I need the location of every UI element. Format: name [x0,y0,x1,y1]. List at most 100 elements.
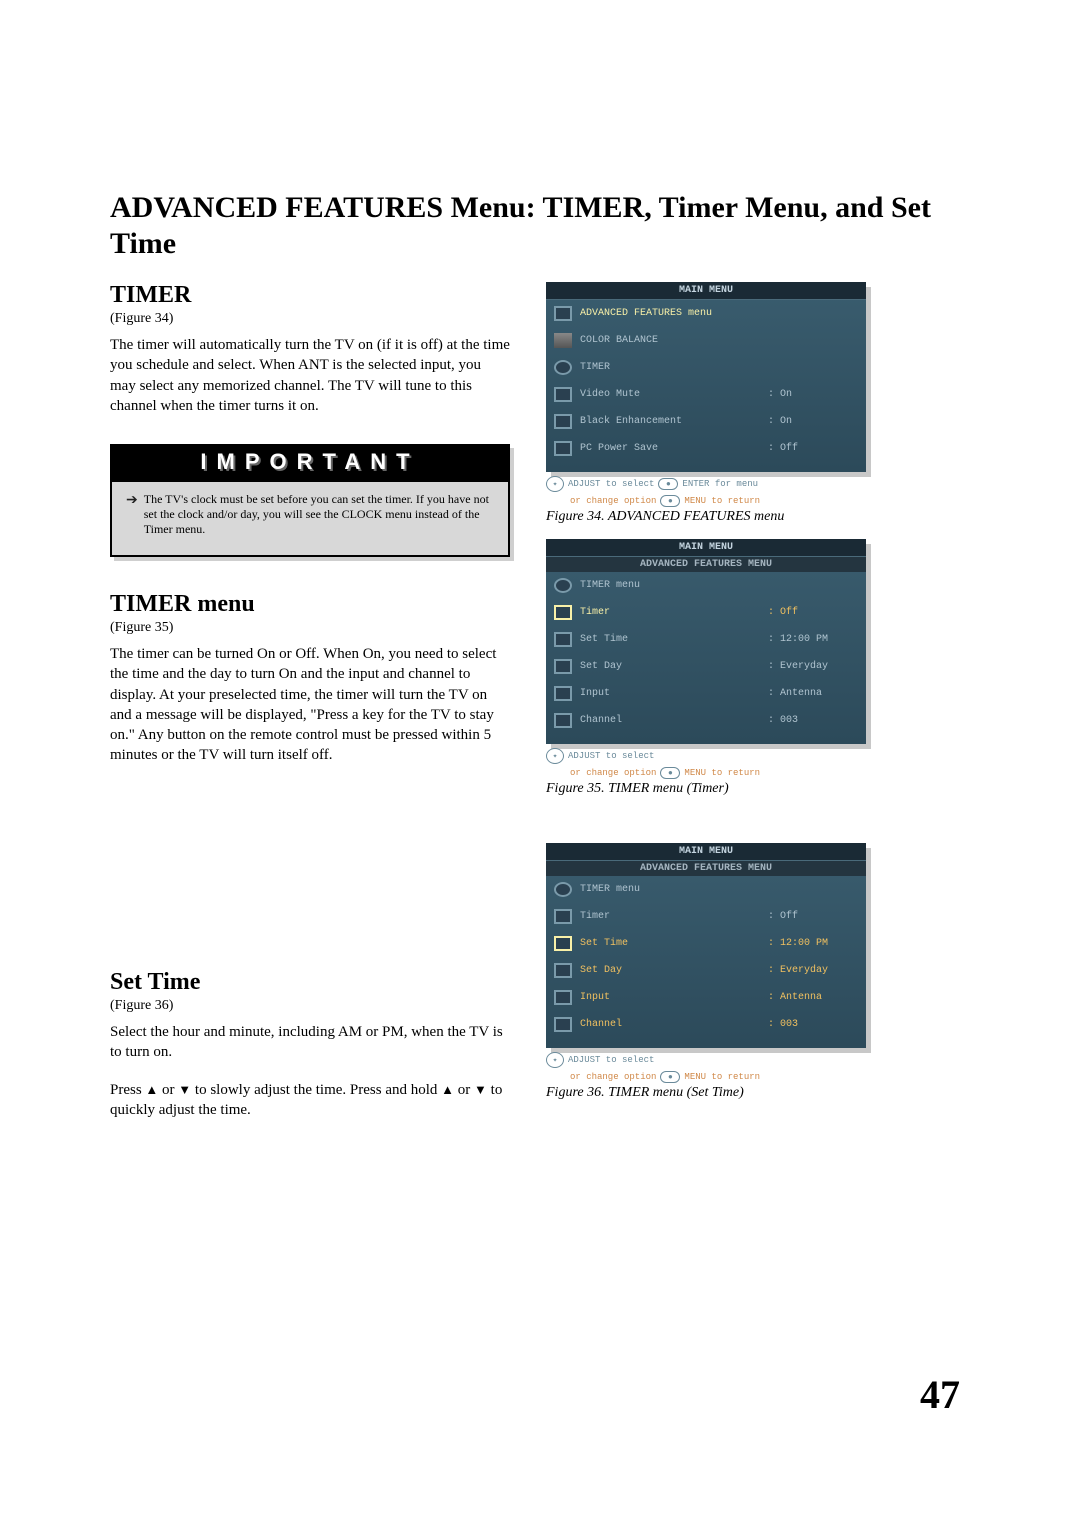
settime-body2c: to slowly adjust the time. Press and hol… [191,1082,441,1098]
osd35-row-2: Set Time : 12:00 PM [546,626,866,653]
menu-icon: ● [660,767,680,779]
osd34-hint: ✦ ADJUST to select ● ENTER for menu [546,476,866,492]
arrow-bullet-icon: ➔ [126,494,138,508]
osd36-row-1: Timer: Off [546,903,866,930]
page-number: 47 [920,1371,960,1418]
osd35-row-3: Set Day : Everyday [546,653,866,680]
osd34-panel: MAIN MENU ADVANCED FEATURES menu COLOR B… [546,282,866,472]
osd35-value-2: : 12:00 PM [768,634,858,645]
osd34-label-5: PC Power Save [580,443,760,454]
timer-heading: TIMER [110,282,510,309]
important-text: The TV's clock must be set before you ca… [144,492,494,537]
osd34-row-5: PC Power Save : Off [546,435,866,462]
right-column: MAIN MENU ADVANCED FEATURES menu COLOR B… [540,282,970,1139]
settime-figref: (Figure 36) [110,998,510,1014]
osd35-value-3: : Everyday [768,661,858,672]
settime-body2d: or [454,1082,474,1098]
settime-heading: Set Time [110,969,510,996]
osd35-row-5: Channel : 003 [546,707,866,734]
osd35-value-5: : 003 [768,715,858,726]
osd35-label-2: Set Time [580,634,760,645]
important-header: IMPORTANT [112,446,508,482]
left-column: TIMER (Figure 34) The timer will automat… [110,282,510,1139]
osd36-row-5: Channel : 003 [546,1011,866,1038]
osd34-value-3: : On [768,389,858,400]
osd34-label-2: TIMER [580,362,760,373]
square-icon [554,963,572,978]
osd35-row-4: Input: Antenna [546,680,866,707]
square-icon [554,686,572,701]
osd36-caption: Figure 36. TIMER menu (Set Time) [546,1085,970,1101]
osd36-hint1: ADJUST to select [568,1055,654,1065]
osd34-row-1: COLOR BALANCE [546,327,866,354]
down-triangle-icon-2: ▼ [474,1082,487,1097]
dpad-icon: ✦ [546,748,564,764]
timermenu-heading: TIMER menu [110,591,510,618]
important-title: IMPORTANT [200,449,419,474]
osd36-label-2: Set Time [580,938,760,949]
osd35-value-4: : Antenna [768,688,858,699]
dpad-icon: ✦ [546,476,564,492]
square-icon [554,659,572,674]
osd36-label-3: Set Day [580,965,760,976]
osd35-label-5: Channel [580,715,760,726]
osd35-title: MAIN MENU [546,539,866,557]
square-icon [554,441,572,456]
osd35-label-0: TIMER menu [580,580,760,591]
settime-body1: Select the hour and minute, including AM… [110,1022,510,1063]
osd34-row-0: ADVANCED FEATURES menu [546,300,866,327]
settime-body2: Press ▲ or ▼ to slowly adjust the time. … [110,1080,510,1121]
osd34-hint1b: ENTER for menu [682,479,758,489]
osd36-value-2: : 12:00 PM [768,938,858,949]
menu-icon: ● [660,1071,680,1083]
osd36-value-5: : 003 [768,1019,858,1030]
osd35-label-1: Timer [580,607,760,618]
osd36-row-3: Set Day: Everyday [546,957,866,984]
settime-body2a: Press [110,1082,145,1098]
clock-icon [554,360,572,375]
osd36-label-5: Channel [580,1019,760,1030]
osd36-label-0: TIMER menu [580,884,760,895]
timermenu-figref: (Figure 35) [110,620,510,636]
osd36-block: MAIN MENU ADVANCED FEATURES MENU TIMER m… [540,843,970,1101]
osd36-hint2: or change option ● MENU to return [570,1071,890,1083]
timer-body: The timer will automatically turn the TV… [110,335,510,416]
osd34-row-3: Video Mute: On [546,381,866,408]
osd34-hint2b: MENU to return [684,496,760,506]
important-box: IMPORTANT ➔ The TV's clock must be set b… [110,444,510,557]
osd34-title: MAIN MENU [546,282,866,300]
enter-icon: ● [658,478,678,490]
square-icon [554,990,572,1005]
osd35-hint1: ✦ ADJUST to select [546,748,866,764]
down-triangle-icon: ▼ [178,1082,191,1097]
osd36-row-2: Set Time : 12:00 PM [546,930,866,957]
square-icon [554,1017,572,1032]
important-body: ➔ The TV's clock must be set before you … [112,482,508,555]
osd34-value-4: : On [768,416,858,427]
osd36-value-1: : Off [768,911,858,922]
osd35-hint2b: MENU to return [684,768,760,778]
osd35-hint2: or change option ● MENU to return [570,767,890,779]
osd34-caption: Figure 34. ADVANCED FEATURES menu [546,509,970,525]
osd36-hint1: ✦ ADJUST to select [546,1052,866,1068]
osd34-label-0: ADVANCED FEATURES menu [580,308,760,319]
square-icon [554,414,572,429]
osd36-hint2a: or change option [570,1072,656,1082]
up-triangle-icon: ▲ [145,1082,158,1097]
osd36-hint2b: MENU to return [684,1072,760,1082]
osd35-block: MAIN MENU ADVANCED FEATURES MENU TIMER m… [540,539,970,797]
square-icon [554,713,572,728]
osd35-label-3: Set Day [580,661,760,672]
square-icon [554,605,572,620]
osd34-block: MAIN MENU ADVANCED FEATURES menu COLOR B… [540,282,970,525]
square-icon [554,632,572,647]
square-icon [554,936,572,951]
columns: TIMER (Figure 34) The timer will automat… [110,282,970,1139]
osd36-label-4: Input [580,992,760,1003]
menu-icon: ● [660,495,680,507]
osd35-caption: Figure 35. TIMER menu (Timer) [546,781,970,797]
osd34-value-5: : Off [768,443,858,454]
osd35-row-0: TIMER menu [546,572,866,599]
osd35-panel: MAIN MENU ADVANCED FEATURES MENU TIMER m… [546,539,866,744]
osd35-subtitle: ADVANCED FEATURES MENU [546,557,866,572]
